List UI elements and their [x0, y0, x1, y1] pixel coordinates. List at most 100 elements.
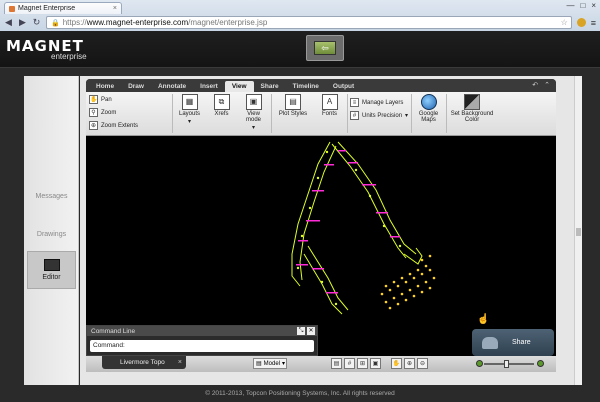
app-header: MAGNET enterprise ⇦: [0, 31, 600, 68]
fonts-icon: A: [321, 94, 338, 110]
bottom-toolbar: Livermore Topo × ▤ Model ▾ ▤ # ⊞ ▣ ✋ ⊕ ⊖: [86, 356, 556, 372]
plot-styles-label: Plot Styles: [278, 111, 308, 117]
set-background-label: Set Background Color: [450, 111, 494, 123]
command-input[interactable]: Command:: [90, 340, 314, 352]
back-arrow-icon: ⇦: [314, 41, 336, 55]
model-select[interactable]: ▤ Model ▾: [253, 358, 287, 369]
undo-icon[interactable]: ↶: [532, 81, 538, 89]
close-icon[interactable]: ✕: [307, 327, 315, 335]
close-window-button[interactable]: ×: [591, 1, 596, 10]
google-maps-label: Google Maps: [418, 111, 439, 123]
sidebar-item-messages[interactable]: Messages: [24, 193, 79, 200]
share-button[interactable]: Share: [472, 329, 554, 356]
bookmark-star-icon[interactable]: ☆: [561, 18, 571, 27]
maximize-button[interactable]: □: [580, 1, 585, 10]
url-protocol: https://: [62, 18, 87, 27]
ribbon-group-layout: ▦ Layouts ▾ ⧉ Xrefs ▣ View mode ▾: [175, 94, 273, 133]
browser-menu-icon[interactable]: ≡: [591, 18, 596, 28]
plot-styles-icon: ▤: [285, 94, 302, 110]
tab-timeline[interactable]: Timeline: [286, 81, 326, 92]
browser-chrome: Magnet Enterprise × — □ × ◀ ▶ ↻ 🔒 https:…: [0, 0, 600, 31]
pan-button[interactable]: ✋ Pan: [89, 94, 138, 105]
home-monitor-button[interactable]: ⇦: [306, 35, 344, 61]
drawing-outline-right-inner: [337, 141, 417, 255]
layouts-button[interactable]: ▦ Layouts ▾: [175, 94, 204, 125]
sidebar-item-drawings[interactable]: Drawings: [24, 231, 79, 238]
units-precision-button[interactable]: # Units Precision ▾: [350, 110, 408, 121]
fonts-button[interactable]: A Fonts: [315, 94, 344, 117]
reload-button[interactable]: ↻: [32, 17, 41, 28]
drawing-outline-arm-inner: [307, 245, 349, 311]
vertical-scrollbar[interactable]: [574, 76, 582, 385]
tab-insert[interactable]: Insert: [193, 81, 225, 92]
zoom-button[interactable]: ⚲ Zoom: [89, 107, 138, 118]
ortho-tool-icon[interactable]: ▣: [370, 358, 381, 369]
grid-tool-icon[interactable]: #: [344, 358, 355, 369]
globe-icon: [420, 94, 437, 110]
hand-icon[interactable]: ✋: [391, 358, 402, 369]
google-maps-button[interactable]: Google Maps: [414, 94, 443, 123]
view-mode-icon: ▣: [245, 94, 262, 110]
zoom-extents-label: Zoom Extents: [101, 122, 139, 129]
layout-tool-icon[interactable]: ▤: [331, 358, 342, 369]
tab-output[interactable]: Output: [326, 81, 361, 92]
share-label: Share: [512, 339, 531, 346]
set-background-button[interactable]: Set Background Color: [449, 94, 495, 123]
tab-title: Magnet Enterprise: [18, 5, 76, 12]
manage-layers-button[interactable]: ≡ Manage Layers: [350, 97, 408, 108]
tab-annotate[interactable]: Annotate: [151, 81, 193, 92]
view-mode-label: View mode: [246, 111, 262, 123]
drawing-outline-loop: [403, 247, 423, 265]
fonts-label: Fonts: [322, 111, 338, 117]
document-tab-label: Livermore Topo: [120, 359, 165, 366]
sidebar-item-editor[interactable]: Editor: [27, 251, 76, 289]
manage-layers-label: Manage Layers: [362, 99, 404, 106]
view-mode-button[interactable]: ▣ View mode ▾: [239, 94, 268, 131]
zoom-slider-knob[interactable]: [504, 360, 509, 368]
chevron-down-icon: ▾: [405, 113, 409, 119]
zoom-slider[interactable]: [484, 360, 534, 368]
tab-draw[interactable]: Draw: [121, 81, 151, 92]
tab-share[interactable]: Share: [254, 81, 286, 92]
address-bar[interactable]: 🔒 https://www.magnet-enterprise.com/magn…: [46, 16, 572, 29]
xrefs-button[interactable]: ⧉ Xrefs: [207, 94, 236, 117]
footer-copyright: © 2011-2013, Topcon Positioning Systems,…: [0, 388, 600, 402]
url-host: www.magnet-enterprise.com: [86, 18, 189, 27]
ribbon-group-background: Set Background Color: [449, 94, 498, 133]
command-line-title: Command Line: [91, 327, 136, 335]
snap-tool-icon[interactable]: ⊞: [357, 358, 368, 369]
forward-button[interactable]: ▶: [18, 17, 27, 28]
zoom-plus-icon[interactable]: [537, 360, 544, 367]
tab-home[interactable]: Home: [89, 81, 121, 92]
collapse-ribbon-icon[interactable]: ⌃: [544, 81, 550, 89]
extension-icon[interactable]: [576, 18, 586, 27]
plot-styles-button[interactable]: ▤ Plot Styles: [274, 94, 312, 117]
users-icon: [482, 336, 498, 349]
ribbon-group-styles: ▤ Plot Styles A Fonts: [274, 94, 349, 133]
zoom-minus-icon[interactable]: [476, 360, 483, 367]
layouts-icon: ▦: [181, 94, 198, 110]
zoom-extents-button[interactable]: ⊕ Zoom Extents: [89, 120, 138, 131]
tab-view[interactable]: View: [224, 81, 254, 92]
xrefs-icon: ⧉: [213, 94, 230, 110]
model-icon: ▤: [256, 361, 262, 367]
zoom-out-icon[interactable]: ⊖: [417, 358, 428, 369]
background-color-icon: [464, 94, 481, 110]
zoom-in-icon[interactable]: ⊕: [404, 358, 415, 369]
editor-icon: [43, 259, 60, 271]
browser-tab[interactable]: Magnet Enterprise ×: [4, 2, 122, 14]
document-tab[interactable]: Livermore Topo ×: [102, 356, 186, 369]
drawing-outline-left-inner: [299, 145, 337, 281]
browser-navbar: ◀ ▶ ↻ 🔒 https://www.magnet-enterprise.co…: [0, 14, 600, 31]
close-icon[interactable]: ×: [178, 359, 182, 366]
minimize-button[interactable]: —: [566, 1, 574, 10]
tab-close-icon[interactable]: ×: [113, 5, 121, 12]
back-button[interactable]: ◀: [4, 17, 13, 28]
ribbon-group-layers: ≡ Manage Layers # Units Precision ▾: [350, 94, 413, 133]
lock-icon: 🔒: [51, 19, 60, 27]
zoom-extents-icon: ⊕: [89, 121, 98, 130]
undock-icon[interactable]: ⤡: [297, 327, 305, 335]
units-precision-label: Units Precision: [362, 112, 403, 119]
scroll-thumb[interactable]: [576, 228, 581, 236]
pan-label: Pan: [101, 96, 112, 103]
